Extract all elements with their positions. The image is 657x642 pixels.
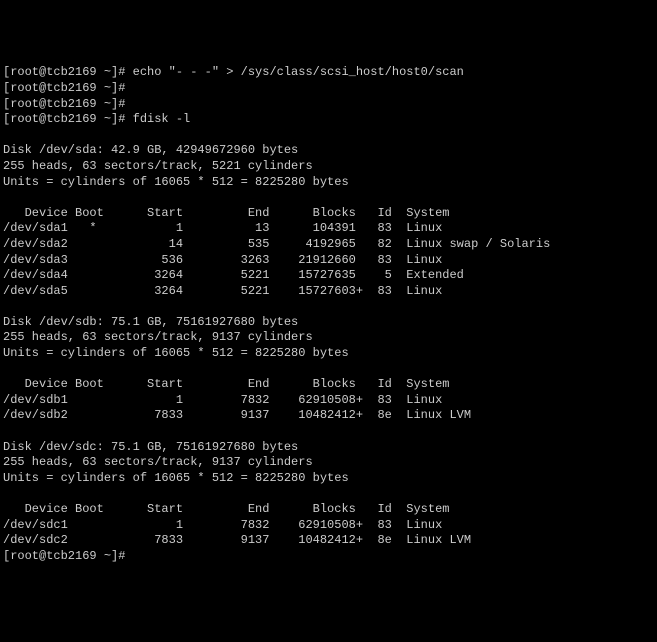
partition-row: /dev/sda4 3264 5221 15727635 5 Extended (3, 268, 464, 282)
prompt-line: [root@tcb2169 ~]# (3, 97, 125, 111)
partition-row: /dev/sdb2 7833 9137 10482412+ 8e Linux L… (3, 408, 471, 422)
partition-row: /dev/sda5 3264 5221 15727603+ 83 Linux (3, 284, 442, 298)
partition-table-header: Device Boot Start End Blocks Id System (3, 502, 449, 516)
disk-geometry: 255 heads, 63 sectors/track, 5221 cylind… (3, 159, 313, 173)
disk-header: Disk /dev/sda: 42.9 GB, 42949672960 byte… (3, 143, 298, 157)
partition-row: /dev/sdb1 1 7832 62910508+ 83 Linux (3, 393, 442, 407)
partition-row: /dev/sdc1 1 7832 62910508+ 83 Linux (3, 518, 442, 532)
partition-row: /dev/sda3 536 3263 21912660 83 Linux (3, 253, 442, 267)
partition-row: /dev/sdc2 7833 9137 10482412+ 8e Linux L… (3, 533, 471, 547)
partition-table-header: Device Boot Start End Blocks Id System (3, 206, 449, 220)
partition-table-header: Device Boot Start End Blocks Id System (3, 377, 449, 391)
disk-geometry: 255 heads, 63 sectors/track, 9137 cylind… (3, 330, 313, 344)
partition-row: /dev/sda2 14 535 4192965 82 Linux swap /… (3, 237, 550, 251)
disk-geometry: 255 heads, 63 sectors/track, 9137 cylind… (3, 455, 313, 469)
prompt-line[interactable]: [root@tcb2169 ~]# (3, 549, 125, 563)
prompt-line: [root@tcb2169 ~]# fdisk -l (3, 112, 190, 126)
disk-header: Disk /dev/sdb: 75.1 GB, 75161927680 byte… (3, 315, 298, 329)
disk-units: Units = cylinders of 16065 * 512 = 82252… (3, 346, 349, 360)
prompt-line: [root@tcb2169 ~]# (3, 81, 125, 95)
disk-units: Units = cylinders of 16065 * 512 = 82252… (3, 471, 349, 485)
disk-header: Disk /dev/sdc: 75.1 GB, 75161927680 byte… (3, 440, 298, 454)
prompt-line: [root@tcb2169 ~]# echo "- - -" > /sys/cl… (3, 65, 464, 79)
disk-units: Units = cylinders of 16065 * 512 = 82252… (3, 175, 349, 189)
terminal-output: [root@tcb2169 ~]# echo "- - -" > /sys/cl… (3, 65, 654, 564)
partition-row: /dev/sda1 * 1 13 104391 83 Linux (3, 221, 442, 235)
